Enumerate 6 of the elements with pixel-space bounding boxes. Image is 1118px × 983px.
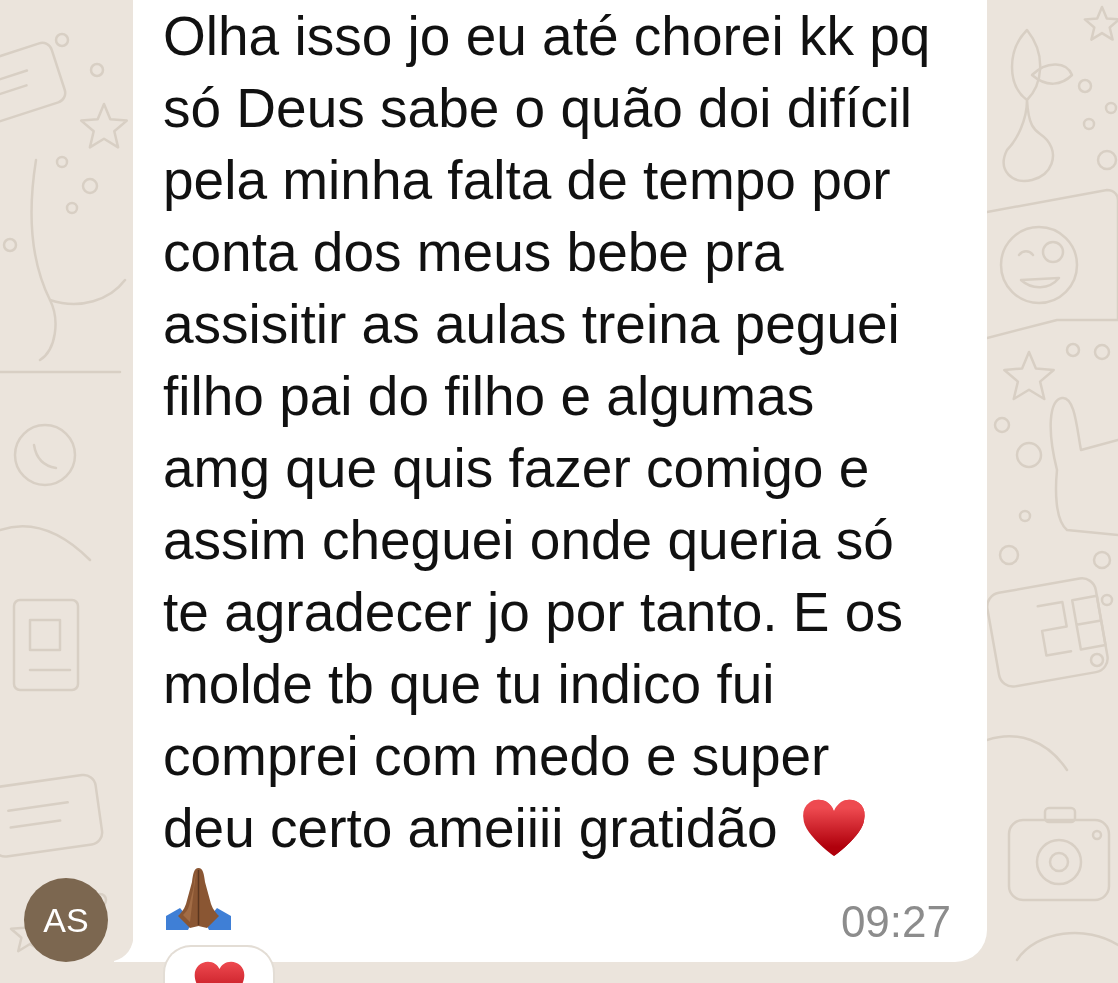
reaction-bubble[interactable] bbox=[163, 945, 275, 983]
message-text: Olha isso jo eu até chorei kk pq só Deus sabe o quão doi difícil pela minha falta de tempo por conta dos meus bebe pra assisitir as aulas treina peguei filho pai do filho e algumas amg que quis fazer comigo e assim cheguei onde queria só te agradecer jo por tanto. E os molde tb que tu indico fui comprei com medo e super deu certo ameiiii gratidão ❤ bbox=[163, 4, 932, 862]
heart-icon bbox=[192, 960, 246, 983]
message-time: 09:27 bbox=[840, 900, 951, 944]
praying-hands-icon bbox=[166, 866, 231, 930]
sender-avatar: AS bbox=[24, 878, 108, 962]
